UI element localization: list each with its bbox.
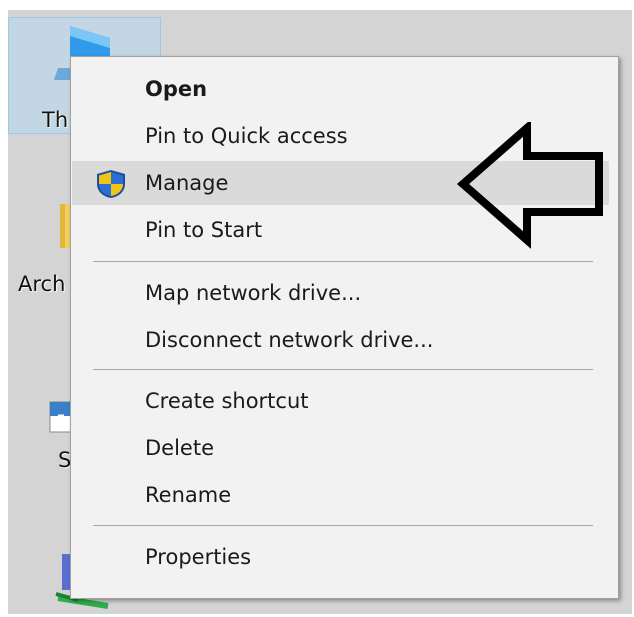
menu-item-label: Create shortcut <box>145 389 309 413</box>
menu-item-properties[interactable]: Properties <box>71 535 611 579</box>
menu-item-label: Pin to Quick access <box>145 124 348 148</box>
menu-separator <box>93 525 593 526</box>
menu-separator <box>93 261 593 262</box>
desktop-icon-label: Arch <box>18 272 66 296</box>
menu-item-create-shortcut[interactable]: Create shortcut <box>71 379 611 423</box>
menu-item-open[interactable]: Open <box>71 67 611 111</box>
left-arrow-icon <box>456 122 603 249</box>
menu-item-label: Map network drive... <box>145 281 362 305</box>
menu-item-label: Rename <box>145 483 232 507</box>
desktop-icon-label: Th <box>42 108 69 132</box>
uac-shield-icon <box>97 170 125 198</box>
menu-item-delete[interactable]: Delete <box>71 426 611 470</box>
menu-item-label: Manage <box>145 171 229 195</box>
menu-item-label: Disconnect network drive... <box>145 328 434 352</box>
menu-item-disconnect-network-drive[interactable]: Disconnect network drive... <box>71 318 611 362</box>
menu-item-rename[interactable]: Rename <box>71 473 611 517</box>
menu-item-label: Delete <box>145 436 214 460</box>
menu-item-map-network-drive[interactable]: Map network drive... <box>71 271 611 315</box>
menu-item-label: Properties <box>145 545 252 569</box>
menu-item-label: Open <box>145 77 208 101</box>
menu-separator <box>93 369 593 370</box>
menu-item-label: Pin to Start <box>145 218 263 242</box>
